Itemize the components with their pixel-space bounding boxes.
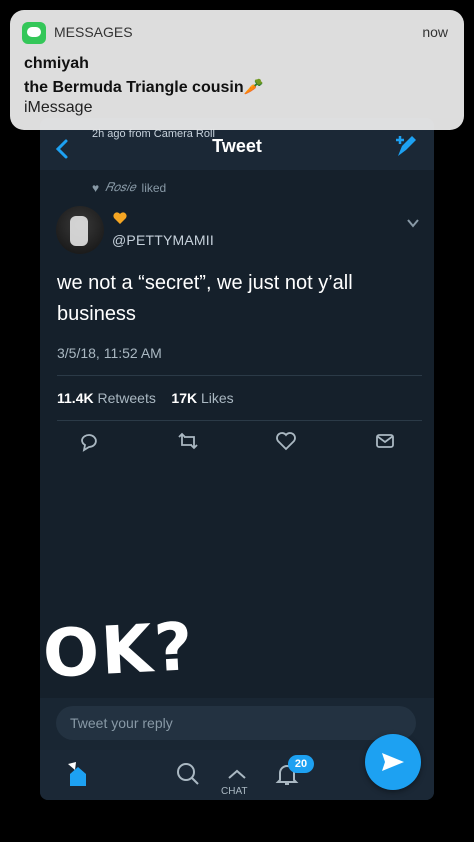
tweet-timestamp: 3/5/18, 11:52 AM bbox=[57, 345, 162, 361]
compose-tweet-icon[interactable] bbox=[392, 132, 420, 160]
liked-label: liked bbox=[141, 180, 167, 195]
page-title: Tweet bbox=[212, 136, 262, 156]
divider bbox=[57, 420, 422, 421]
notification-sender: chmiyah bbox=[24, 55, 89, 72]
user-handle[interactable]: @PETTYMAMII bbox=[112, 232, 214, 248]
retweets-count[interactable]: 11.4K bbox=[57, 390, 94, 406]
notification-app-name: MESSAGES bbox=[54, 24, 133, 40]
likes-label[interactable]: Likes bbox=[201, 390, 234, 406]
chat-label[interactable]: CHAT bbox=[221, 786, 247, 797]
chat-icon[interactable] bbox=[223, 760, 251, 788]
tweet-stats: 11.4K Retweets 17K Likes bbox=[57, 390, 234, 406]
retweets-label[interactable]: Retweets bbox=[97, 390, 155, 406]
orange-heart-icon bbox=[113, 212, 127, 224]
likes-count[interactable]: 17K bbox=[171, 390, 197, 406]
avatar[interactable] bbox=[56, 206, 104, 254]
send-button[interactable] bbox=[365, 734, 421, 790]
messages-app-icon bbox=[22, 22, 46, 44]
message-notification[interactable]: MESSAGES now chmiyah the Bermuda Triangl… bbox=[10, 10, 464, 130]
notification-subtitle: iMessage bbox=[24, 99, 93, 116]
tweet-text: we not a “secret”, we just not y’all bus… bbox=[57, 272, 353, 325]
chevron-down-icon[interactable] bbox=[406, 216, 420, 230]
liked-by-row: ♥ 𝑅𝑜𝑠𝑖𝑒 liked bbox=[92, 180, 166, 195]
reply-icon[interactable] bbox=[78, 430, 100, 452]
send-icon bbox=[382, 753, 404, 771]
heart-icon: ♥ bbox=[92, 180, 100, 195]
reply-input[interactable]: Tweet your reply bbox=[56, 706, 416, 740]
home-icon[interactable] bbox=[64, 760, 92, 788]
twitter-app: 2h ago from Camera Roll Tweet ♥ 𝑅𝑜𝑠𝑖𝑒 li… bbox=[40, 118, 434, 800]
divider bbox=[57, 375, 422, 376]
tweet-actions bbox=[40, 424, 434, 458]
like-icon[interactable] bbox=[275, 430, 297, 452]
notification-body: the Bermuda Triangle cousin🥕 bbox=[24, 79, 264, 96]
ok-overlay-text: OK? bbox=[41, 608, 197, 693]
notification-time: now bbox=[422, 24, 448, 40]
retweet-icon[interactable] bbox=[177, 430, 199, 452]
notification-badge: 20 bbox=[288, 755, 314, 773]
search-icon[interactable] bbox=[174, 760, 202, 788]
liked-by-name[interactable]: 𝑅𝑜𝑠𝑖𝑒 bbox=[105, 180, 135, 195]
share-icon[interactable] bbox=[374, 430, 396, 452]
